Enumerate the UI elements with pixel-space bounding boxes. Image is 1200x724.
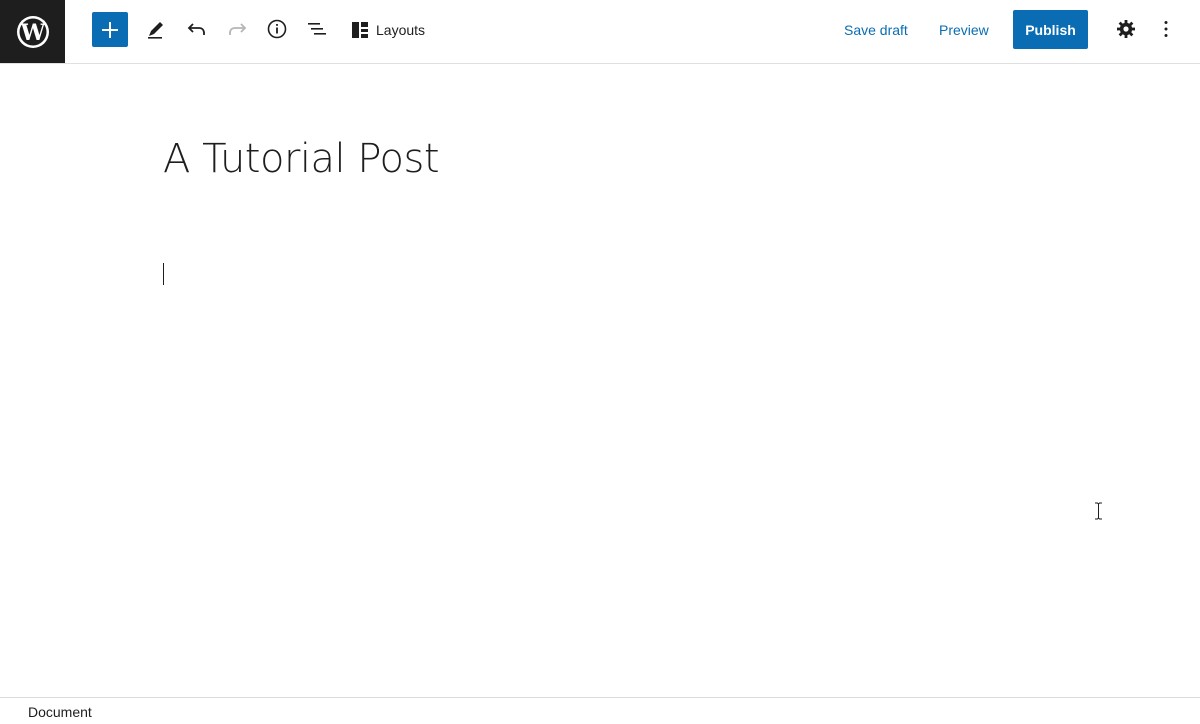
editor-header: W Layouts Save draft Preview Publish <box>0 0 1200 64</box>
options-button[interactable] <box>1148 11 1184 47</box>
undo-icon <box>187 23 205 35</box>
tools-button[interactable] <box>138 11 174 47</box>
breadcrumb-document[interactable]: Document <box>28 704 92 720</box>
list-view-button[interactable] <box>299 11 335 47</box>
save-draft-button[interactable]: Save draft <box>844 20 908 40</box>
info-icon <box>267 19 287 39</box>
settings-button[interactable] <box>1108 11 1144 47</box>
pencil-icon <box>148 22 163 39</box>
redo-icon <box>229 23 247 35</box>
layouts-icon <box>352 22 368 38</box>
layouts-button[interactable]: Layouts <box>350 14 425 46</box>
post-title[interactable]: A Tutorial Post <box>163 136 440 182</box>
block-breadcrumb-bar: Document <box>0 697 1200 724</box>
redo-button[interactable] <box>219 11 255 47</box>
list-view-icon <box>308 23 326 35</box>
layouts-label: Layouts <box>376 22 426 38</box>
details-button[interactable] <box>259 11 295 47</box>
text-caret <box>163 263 164 285</box>
more-vertical-icon <box>1164 21 1168 37</box>
plus-icon <box>102 21 118 38</box>
add-block-button[interactable] <box>92 12 128 47</box>
preview-button[interactable]: Preview <box>939 20 989 40</box>
wordpress-logo-icon: W <box>16 15 49 48</box>
svg-text:W: W <box>19 20 45 46</box>
gear-icon <box>1117 20 1135 38</box>
wordpress-logo-button[interactable]: W <box>0 0 65 63</box>
undo-button[interactable] <box>179 11 215 47</box>
text-cursor-icon <box>1095 502 1102 520</box>
publish-button[interactable]: Publish <box>1013 10 1088 49</box>
